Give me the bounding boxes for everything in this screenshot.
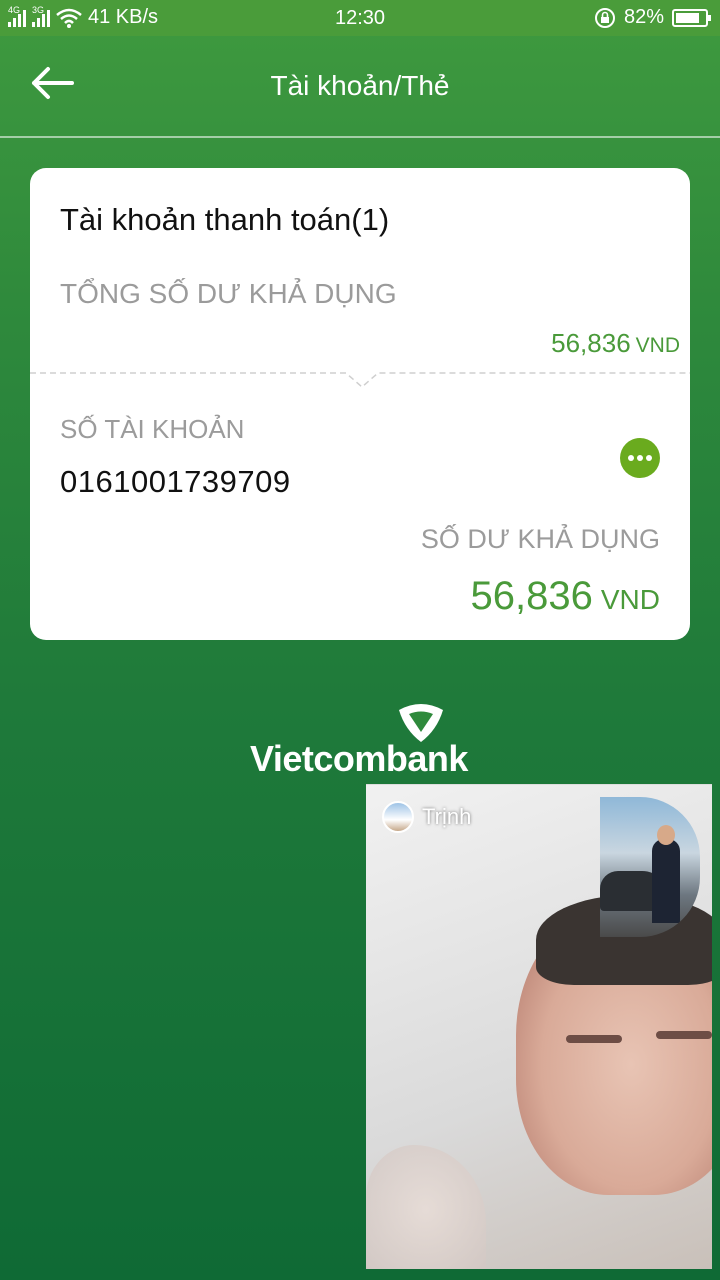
battery-fill bbox=[676, 12, 699, 23]
caller-name: Trịnh bbox=[422, 804, 472, 829]
page-title: Tài khoản/Thẻ bbox=[270, 70, 450, 101]
vietcombank-logo: Vietcombank bbox=[250, 700, 470, 780]
video-caller-info: Trịnh bbox=[382, 801, 471, 833]
total-balance-currency: VND bbox=[635, 334, 680, 357]
caller-avatar bbox=[382, 801, 414, 833]
self-view-head bbox=[657, 825, 675, 845]
video-blurred-hand bbox=[366, 1145, 486, 1269]
card-divider bbox=[30, 372, 690, 388]
video-call-window[interactable]: Trịnh bbox=[366, 784, 712, 1269]
account-number-label: SỐ TÀI KHOẢN bbox=[60, 414, 245, 444]
battery-icon bbox=[672, 8, 711, 27]
battery-percent: 82% bbox=[623, 6, 664, 28]
video-caller-eye bbox=[656, 1031, 712, 1039]
self-view-person bbox=[652, 839, 680, 923]
total-balance-value: 56,836 VND bbox=[551, 328, 680, 359]
video-caller-eye bbox=[566, 1035, 622, 1043]
status-right: 82% bbox=[594, 6, 711, 29]
account-card[interactable]: Tài khoản thanh toán(1) TỔNG SỐ DƯ KHẢ D… bbox=[30, 168, 690, 640]
brand-name: Vietcombank bbox=[250, 738, 468, 779]
available-balance-currency: VND bbox=[600, 584, 660, 615]
total-balance-amount: 56,836 bbox=[551, 328, 631, 358]
account-type-heading: Tài khoản thanh toán(1) bbox=[60, 202, 390, 237]
available-balance-label: SỐ DƯ KHẢ DỤNG bbox=[420, 524, 660, 554]
rotation-lock-icon bbox=[594, 7, 615, 28]
app-bar: Tài khoản/Thẻ bbox=[0, 36, 720, 138]
more-options-icon[interactable] bbox=[620, 438, 660, 478]
available-balance-amount: 56,836 bbox=[470, 574, 593, 618]
total-balance-label: TỔNG SỐ DƯ KHẢ DỤNG bbox=[60, 278, 397, 309]
account-number: 0161001739709 bbox=[60, 464, 291, 499]
self-view-thumbnail[interactable] bbox=[600, 797, 700, 937]
status-bar: 4G 3G 41 KB/s 12:30 82% bbox=[0, 0, 720, 36]
available-balance-value: 56,836 VND bbox=[471, 574, 660, 619]
